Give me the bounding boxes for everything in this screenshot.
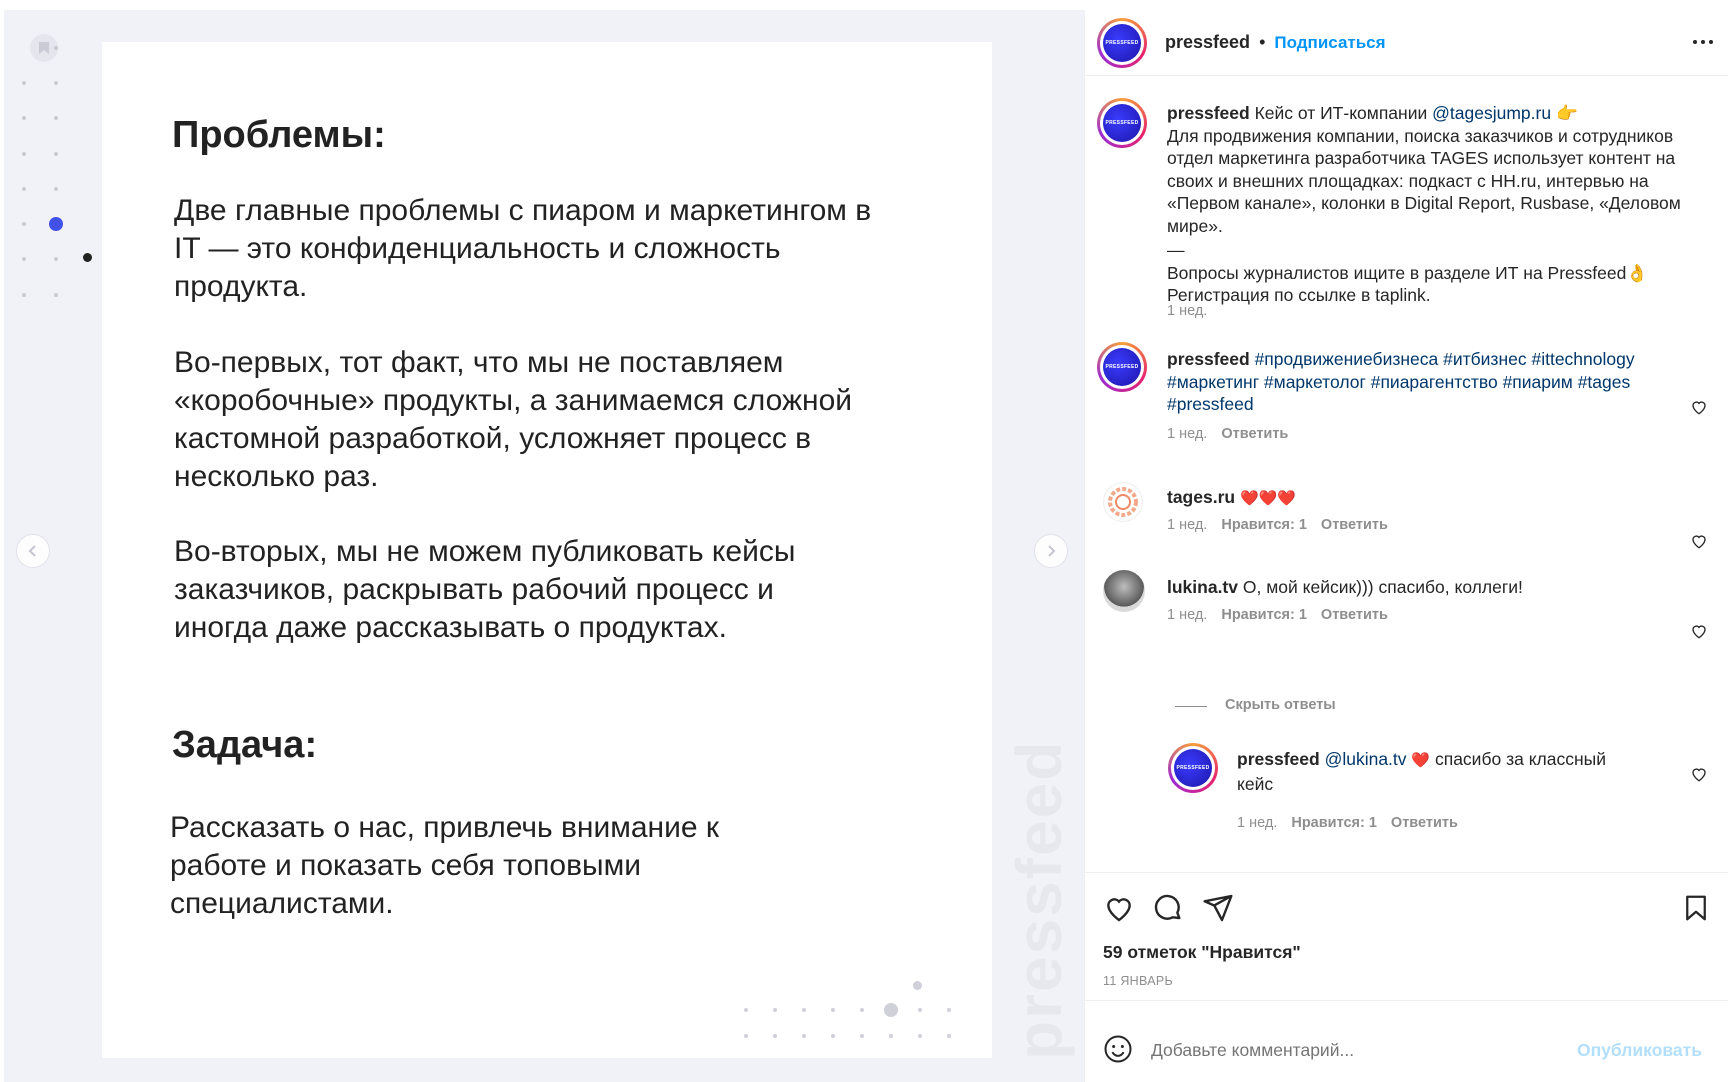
divider xyxy=(1085,1000,1728,1001)
caption-username[interactable]: pressfeed xyxy=(1167,103,1250,123)
divider xyxy=(1085,872,1728,873)
slide-paragraph-4: Рассказать о нас, привлечь внимание к ра… xyxy=(170,811,720,920)
caption-footer-line: Вопросы журналистов ищите в разделе ИТ н… xyxy=(1167,262,1707,285)
comment-likes[interactable]: Нравится: 1 xyxy=(1291,815,1377,831)
reply-text-continued: кейс xyxy=(1237,773,1274,794)
comment-meta: 1 нед. Нравится: 1 Ответить xyxy=(1167,607,1402,623)
reply-button[interactable]: Ответить xyxy=(1221,426,1288,442)
slide-paragraph-1: Две главные проблемы с пиаром и маркетин… xyxy=(174,194,872,303)
comment-time: 1 нед. xyxy=(1167,607,1208,623)
next-slide-button[interactable] xyxy=(1034,534,1068,568)
heart-icon[interactable] xyxy=(1690,765,1708,783)
comment-likes[interactable]: Нравится: 1 xyxy=(1221,607,1307,623)
post-header: pressfeed • Подписаться xyxy=(1165,32,1386,53)
smiley-icon[interactable] xyxy=(1103,1034,1133,1064)
comment: tages.ru ❤️❤️❤️ xyxy=(1167,486,1296,511)
caption-footer-1: Вопросы журналистов ищите в разделе ИТ н… xyxy=(1167,262,1627,283)
comment-likes[interactable]: Нравится: 1 xyxy=(1221,517,1307,533)
comment-time: 1 нед. xyxy=(1167,517,1208,533)
replies-line xyxy=(1175,706,1207,707)
chevron-right-icon xyxy=(1048,545,1056,557)
avatar[interactable]: PRESSFEED xyxy=(1097,342,1147,392)
caption-mention-link[interactable]: @tagesjump.ru xyxy=(1432,103,1551,123)
comment: lukina.tv О, мой кейсик))) спасибо, колл… xyxy=(1167,576,1523,599)
comment-username[interactable]: pressfeed xyxy=(1237,749,1320,769)
tages-logo-icon xyxy=(1108,487,1138,517)
hide-replies-button[interactable]: Скрыть ответы xyxy=(1225,697,1336,713)
comment-meta: 1 нед. Ответить xyxy=(1167,426,1302,442)
chevron-left-icon xyxy=(28,545,36,557)
avatar[interactable] xyxy=(1103,570,1145,612)
caption-emoji-ok: 👌 xyxy=(1626,262,1649,283)
post-media: Проблемы: Две главные проблемы с пиаром … xyxy=(4,10,1084,1082)
comment-meta: 1 нед. Нравится: 1 Ответить xyxy=(1237,815,1472,831)
more-horizontal-icon xyxy=(1693,40,1713,44)
comment-input[interactable] xyxy=(1151,1036,1571,1064)
comment-username[interactable]: pressfeed xyxy=(1167,349,1250,369)
comment-time: 1 нед. xyxy=(1167,426,1208,442)
follow-button[interactable]: Подписаться xyxy=(1274,33,1385,52)
comment-meta: 1 нед. Нравится: 1 Ответить xyxy=(1167,517,1402,533)
prev-slide-button[interactable] xyxy=(16,534,50,568)
comment-icon[interactable] xyxy=(1152,892,1184,924)
comment-text: ❤️❤️❤️ xyxy=(1239,490,1296,507)
header-separator: • xyxy=(1259,32,1266,52)
caption-intro: Кейс от ИТ-компании xyxy=(1254,103,1428,123)
avatar[interactable]: PRESSFEED xyxy=(1168,743,1218,793)
caption-footer-2: Регистрация по ссылке в taplink. xyxy=(1167,285,1431,305)
more-options-button[interactable] xyxy=(1689,32,1717,52)
comment-time: 1 нед. xyxy=(1237,815,1278,831)
caption-body: Для продвижения компании, поиска заказчи… xyxy=(1167,125,1681,236)
post-caption: pressfeed Кейс от ИТ-компании @tagesjump… xyxy=(1167,102,1707,307)
reply-button[interactable]: Ответить xyxy=(1391,815,1458,831)
heart-icon[interactable] xyxy=(1690,532,1708,550)
divider xyxy=(1085,75,1728,76)
avatar[interactable] xyxy=(1103,482,1143,522)
bookmark-icon[interactable] xyxy=(1681,892,1711,924)
reply-emoji: ❤️ xyxy=(1411,752,1431,769)
reply-mention-link[interactable]: @lukina.tv xyxy=(1325,749,1407,769)
header-username[interactable]: pressfeed xyxy=(1165,32,1250,52)
reply-text: спасибо за классный xyxy=(1434,749,1607,769)
reply-comment: pressfeed @lukina.tv ❤️ спасибо за класс… xyxy=(1237,748,1677,795)
avatar[interactable]: PRESSFEED xyxy=(1097,98,1147,148)
heart-icon[interactable] xyxy=(1690,622,1708,640)
send-icon[interactable] xyxy=(1202,892,1234,924)
comment-username[interactable]: tages.ru xyxy=(1167,487,1235,507)
slide-paragraph-3: Во-вторых, мы не можем публиковать кейсы… xyxy=(174,535,796,644)
slide-heading-task: Задача: xyxy=(172,724,318,766)
comment-username[interactable]: lukina.tv xyxy=(1167,577,1238,597)
post-sidebar: PRESSFEED pressfeed • Подписаться PRESSF… xyxy=(1084,10,1728,1082)
slide-card: Проблемы: Две главные проблемы с пиаром … xyxy=(102,42,992,1058)
post-date: 11 ЯНВАРЬ xyxy=(1103,974,1174,988)
likes-count[interactable]: 59 отметок "Нравится" xyxy=(1103,942,1301,963)
slide-watermark: pressfeed xyxy=(1003,739,1075,1060)
comment-text: О, мой кейсик))) спасибо, коллеги! xyxy=(1242,577,1523,597)
slide-paragraph-2: Во-первых, тот факт, что мы не поставляе… xyxy=(174,346,853,493)
reply-button[interactable]: Ответить xyxy=(1321,517,1388,533)
publish-button[interactable]: Опубликовать xyxy=(1577,1040,1702,1061)
slide-heading-problems: Проблемы: xyxy=(172,114,386,156)
caption-time: 1 нед. xyxy=(1167,303,1208,319)
heart-icon[interactable] xyxy=(1690,398,1708,416)
heart-icon[interactable] xyxy=(1103,892,1135,924)
avatar[interactable]: PRESSFEED xyxy=(1097,18,1147,68)
caption-emoji: 👉 xyxy=(1555,103,1578,123)
comment: pressfeed #продвижениебизнеса #итбизнес … xyxy=(1167,348,1667,416)
caption-dash: — xyxy=(1167,240,1185,260)
reply-button[interactable]: Ответить xyxy=(1321,607,1388,623)
